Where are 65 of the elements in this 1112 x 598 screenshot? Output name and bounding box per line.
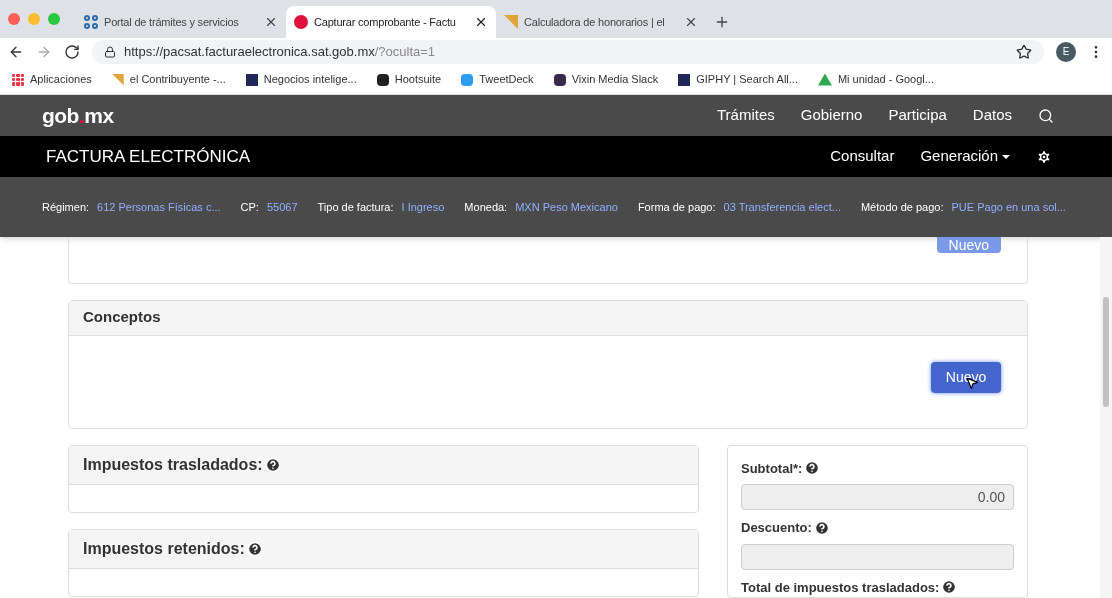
bookmark-star-icon[interactable] [1016, 43, 1032, 60]
info-value: MXN Peso Mexicano [515, 199, 618, 215]
square-icon [678, 73, 691, 86]
new-tab-icon[interactable] [714, 14, 730, 30]
tab-title: Capturar comprobante - Factu [314, 14, 457, 30]
grid-icon [84, 15, 98, 29]
bookmark-link[interactable]: TweetDeck [479, 71, 534, 88]
apps-icon [12, 73, 24, 86]
info-label: Método de pago: [860, 199, 944, 215]
menu-link[interactable]: Consultar [830, 145, 895, 168]
scrollbar[interactable] [1100, 237, 1112, 598]
help-icon[interactable] [813, 519, 830, 536]
address-bar[interactable]: https://pacsat.facturaelectronica.sat.gob.mx/?oculta=1 [92, 39, 1044, 64]
url-text: https://pacsat.facturaelectronica.sat.gob.mx/?oculta=1 [124, 42, 436, 61]
search-icon[interactable] [1038, 107, 1054, 124]
nav-link[interactable]: Participa [888, 104, 947, 127]
panel-title: Impuestos retenidos: [83, 538, 245, 559]
amount-field[interactable] [741, 543, 1014, 570]
help-icon[interactable] [264, 456, 281, 473]
info-value: 03 Transferencia elect... [723, 199, 841, 215]
browser-tab[interactable]: Calculadora de honorarios | el [496, 6, 706, 38]
info-label: Moneda: [464, 199, 508, 215]
help-icon[interactable] [804, 460, 821, 477]
reload-icon[interactable] [64, 43, 80, 60]
nav-link[interactable]: Trámites [716, 104, 775, 127]
panel-title: Conceptos [83, 307, 161, 328]
bookmark-link[interactable]: GIPHY | Search All... [696, 71, 798, 88]
square-icon [245, 73, 258, 86]
close-tab-icon[interactable] [474, 15, 488, 29]
bookmark-link[interactable]: Aplicaciones [30, 71, 92, 88]
menu-link[interactable]: Generación [920, 145, 1010, 168]
bookmark-link[interactable]: Vixin Media Slack [571, 71, 659, 88]
lock-icon [104, 45, 116, 58]
nav-link[interactable]: Gobierno [800, 104, 863, 127]
bookmark-link[interactable]: Mi unidad - Googl... [837, 71, 934, 88]
bookmark-link[interactable]: Hootsuite [394, 71, 442, 88]
panel-title: Impuestos trasladados: [83, 454, 263, 475]
info-label: CP: [240, 199, 259, 215]
field-label: Subtotal*: [741, 459, 803, 478]
bookmark-link[interactable]: el Contribuyente -... [129, 71, 226, 88]
info-label: Forma de pago: [637, 199, 716, 215]
amount-field[interactable]: 0.00 [741, 484, 1014, 510]
info-value: 612 Personas Físicas c... [97, 199, 221, 215]
site-logo[interactable]: gob.mx [42, 99, 114, 132]
info-value: I Ingreso [401, 199, 445, 215]
browser-tab[interactable]: Capturar comprobante - Factu [286, 6, 496, 38]
settings-icon[interactable] [1036, 148, 1052, 165]
close-tab-icon[interactable] [684, 15, 698, 29]
profile-avatar[interactable]: E [1056, 41, 1076, 62]
nav-link[interactable]: Datos [972, 104, 1012, 127]
info-label: Régimen: [42, 199, 90, 215]
info-label: Tipo de factura: [317, 199, 394, 215]
new-button[interactable]: Nuevo [931, 361, 1001, 393]
bookmark-link[interactable]: Negocios intelige... [263, 71, 357, 88]
field-label: Descuento: [741, 519, 812, 537]
browser-tab[interactable]: Portal de trámites y servicios [76, 6, 286, 38]
info-value: 55067 [266, 199, 298, 215]
app-title: FACTURA ELECTRÓNICA [46, 145, 251, 168]
field-label: Total de impuestos trasladados: [741, 578, 940, 597]
tab-title: Calculadora de honorarios | el [524, 14, 666, 30]
tab-title: Portal de trámites y servicios [104, 14, 240, 30]
close-tab-icon[interactable] [264, 15, 278, 29]
help-icon[interactable] [941, 579, 958, 596]
help-icon[interactable] [246, 540, 263, 557]
info-value: PUE Pago en una sol... [951, 199, 1066, 215]
